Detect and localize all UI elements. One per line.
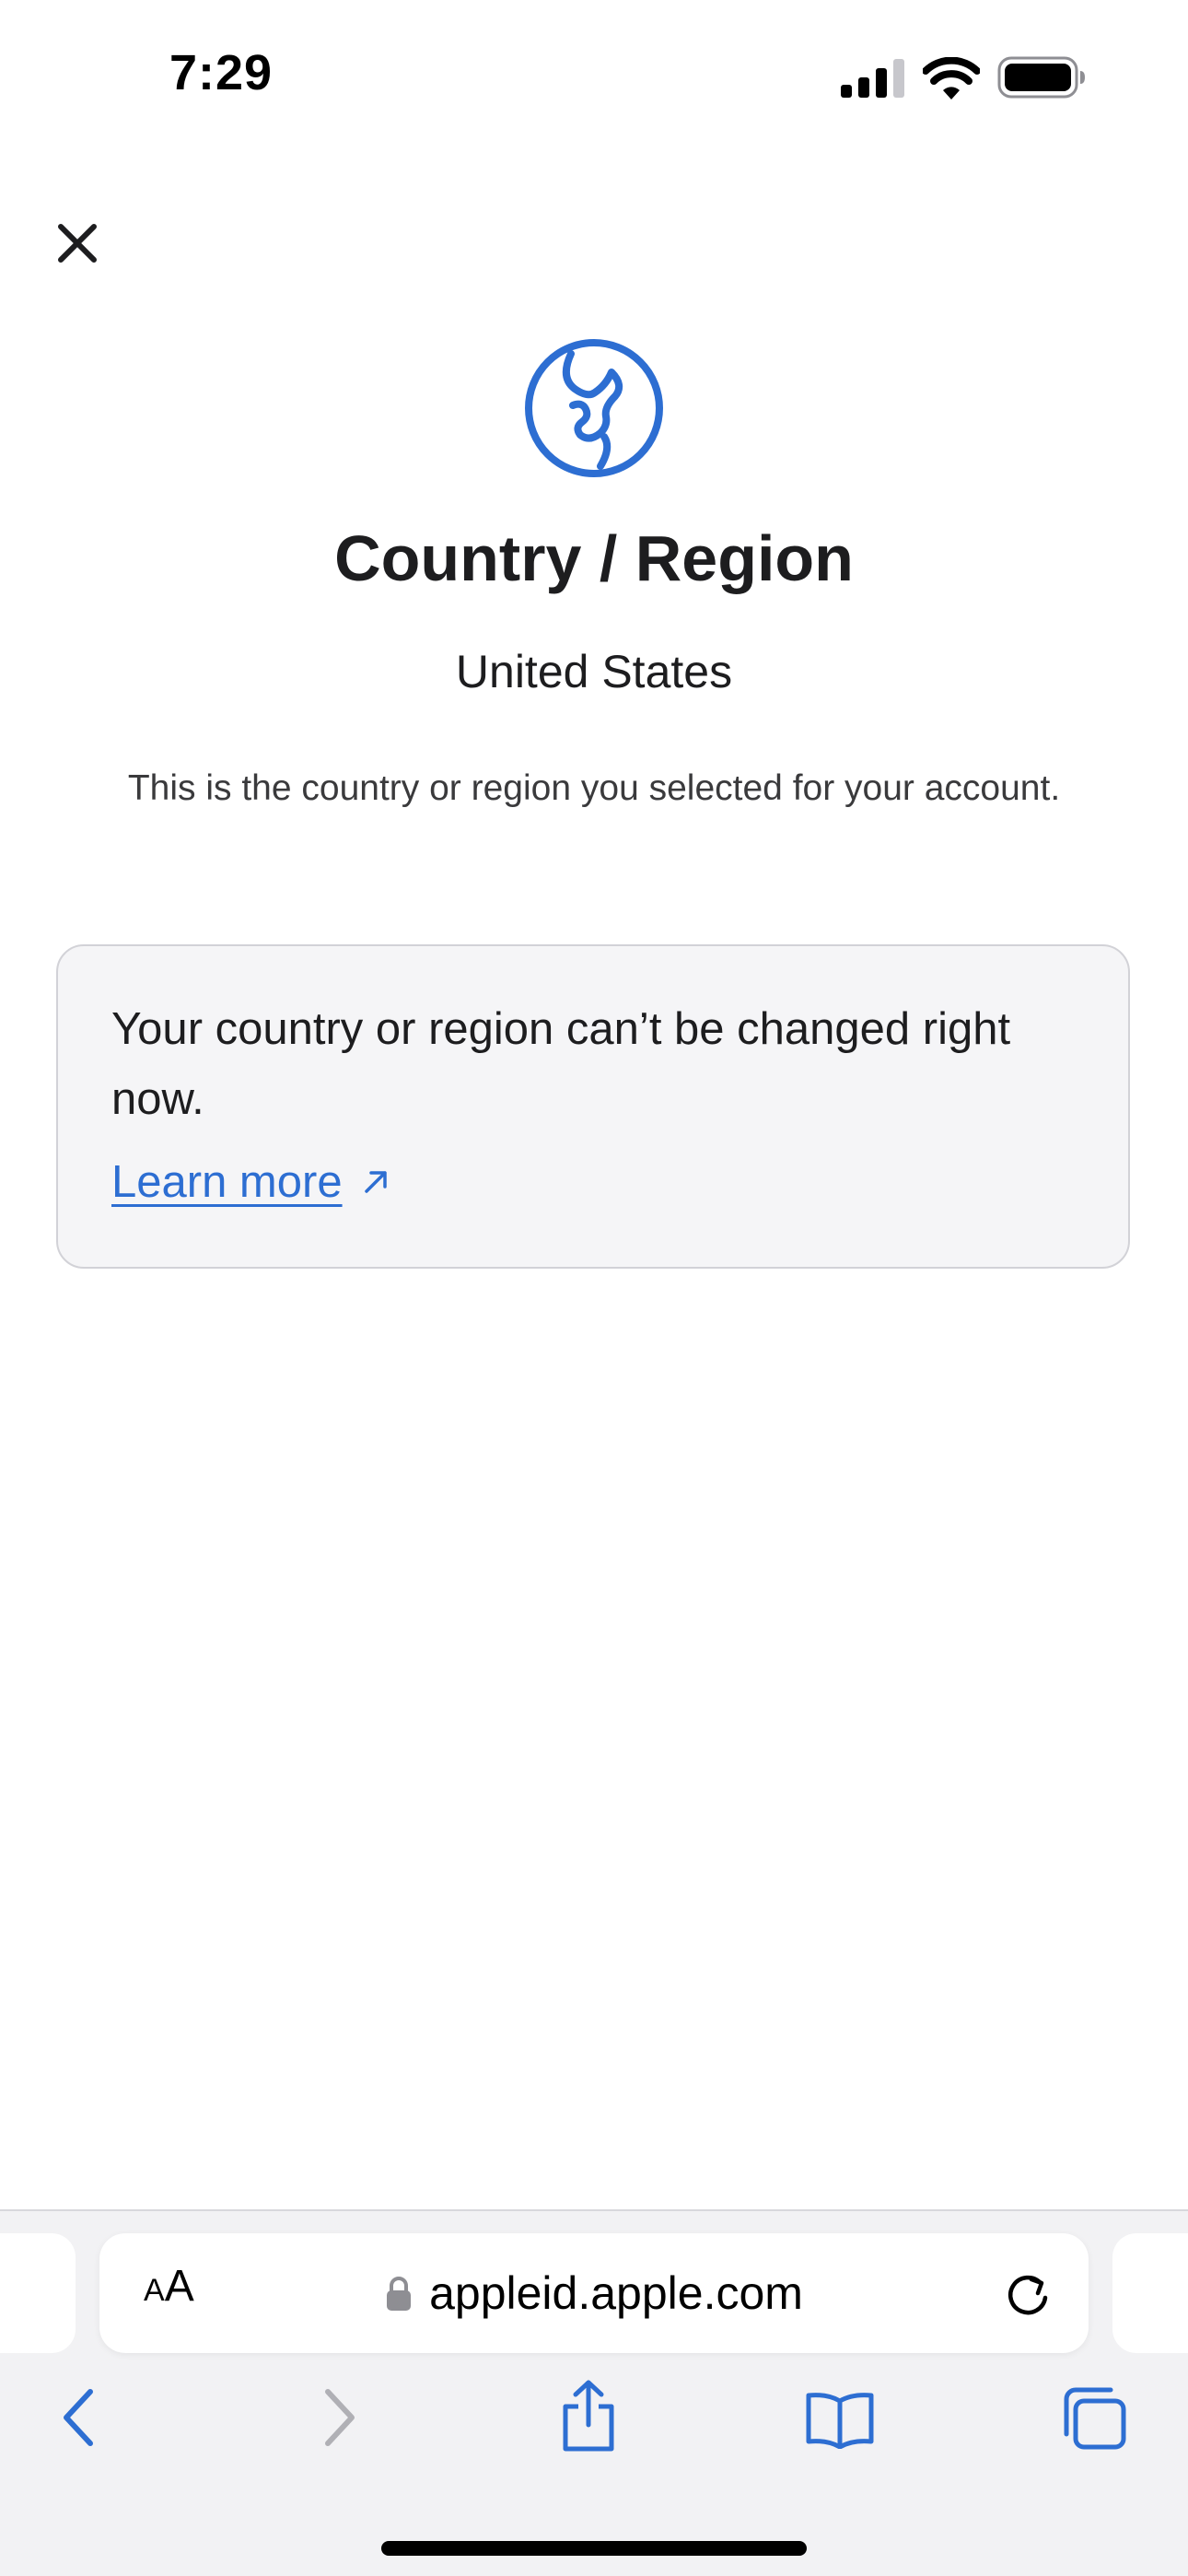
current-country-value: United States bbox=[455, 646, 733, 697]
cellular-signal-icon bbox=[841, 59, 904, 98]
wifi-icon bbox=[923, 57, 980, 100]
url-text: appleid.apple.com bbox=[429, 2267, 803, 2319]
battery-icon bbox=[997, 56, 1085, 99]
close-icon bbox=[58, 224, 97, 263]
country-description: This is the country or region you select… bbox=[127, 768, 1061, 808]
page-title: Country / Region bbox=[334, 522, 854, 594]
status-bar: 7:29 bbox=[0, 0, 1188, 157]
bookmarks-icon[interactable] bbox=[805, 2392, 875, 2449]
page-settings-button[interactable]: A A bbox=[144, 2261, 194, 2325]
lock-icon bbox=[387, 2277, 412, 2311]
globe-icon bbox=[525, 339, 663, 477]
previous-tab-preview[interactable] bbox=[0, 2233, 76, 2353]
learn-more-label: Learn more bbox=[111, 1157, 343, 1207]
close-button[interactable] bbox=[48, 214, 107, 273]
back-icon[interactable] bbox=[59, 2388, 99, 2447]
share-icon[interactable] bbox=[558, 2379, 619, 2453]
address-bar[interactable]: appleid.apple.com A A bbox=[99, 2233, 1089, 2353]
url-field[interactable]: appleid.apple.com bbox=[99, 2233, 1089, 2353]
reader-large-a: A bbox=[164, 2262, 194, 2311]
tabs-icon[interactable] bbox=[1059, 2386, 1127, 2451]
home-indicator bbox=[381, 2541, 807, 2556]
notice-message: Your country or region can’t be changed … bbox=[111, 1004, 1011, 1124]
learn-more-link[interactable]: Learn more bbox=[111, 1156, 390, 1208]
external-arrow-icon bbox=[364, 1171, 387, 1193]
notice-card: Your country or region can’t be changed … bbox=[56, 944, 1130, 1269]
forward-icon[interactable] bbox=[319, 2388, 359, 2447]
status-time: 7:29 bbox=[169, 45, 274, 100]
next-tab-preview[interactable] bbox=[1112, 2233, 1188, 2353]
reload-icon[interactable] bbox=[1004, 2270, 1052, 2318]
reader-small-a: A bbox=[144, 2273, 165, 2308]
